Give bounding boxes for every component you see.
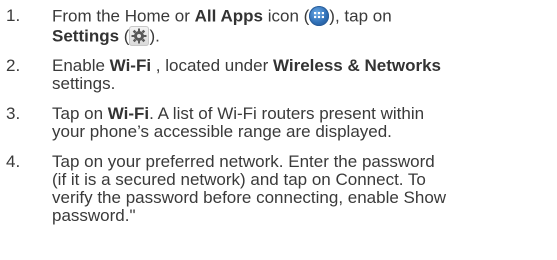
bold-term: Wi-Fi	[107, 104, 150, 123]
text-run: , located under	[151, 56, 273, 75]
text-run: . A list of Wi-Fi routers present within	[149, 104, 425, 123]
step-line: verify the password before connecting, e…	[52, 188, 447, 207]
step-text: Tap on your preferred network. Enter the…	[52, 153, 552, 225]
step-text: From the Home or All Apps icon ( ), tap o…	[52, 6, 552, 47]
bold-term: Wireless & Networks	[272, 56, 442, 75]
step-line: settings.	[52, 74, 116, 93]
step-line: your phone’s accessible range are displa…	[52, 122, 392, 141]
settings-gear-icon	[129, 26, 150, 46]
text-run: Tap on	[52, 104, 108, 123]
step-line: (if it is a secured network) and tap on …	[52, 170, 426, 189]
step-line: From the Home or All Apps icon ( ), tap o…	[52, 6, 552, 27]
step-number: 4.	[6, 152, 21, 171]
text-run: (	[119, 26, 130, 46]
bold-term: Settings	[52, 26, 120, 46]
step-text: Tap on Wi-Fi. A list of Wi-Fi routers pr…	[52, 105, 552, 141]
text-run: ), tap on	[329, 6, 392, 26]
bold-term: Wi-Fi	[109, 56, 152, 75]
step-line: password."	[52, 206, 136, 225]
text-run: From the Home or	[52, 6, 195, 26]
step-line: Settings ().	[52, 26, 552, 47]
step-line: Enable Wi-Fi , located under Wireless & …	[52, 57, 552, 75]
all-apps-icon	[309, 6, 330, 26]
text-run: Enable	[52, 56, 110, 75]
text-run: ).	[149, 26, 160, 46]
step-number: 1.	[6, 6, 21, 25]
step-number: 3.	[6, 104, 21, 123]
step-line: Tap on Wi-Fi. A list of Wi-Fi routers pr…	[52, 105, 552, 123]
step-number: 2.	[6, 56, 21, 75]
step-text: Enable Wi-Fi , located under Wireless & …	[52, 57, 552, 93]
text-run: icon (	[262, 6, 310, 26]
step-line: Tap on your preferred network. Enter the…	[52, 152, 435, 171]
bold-term: All Apps	[194, 6, 263, 26]
